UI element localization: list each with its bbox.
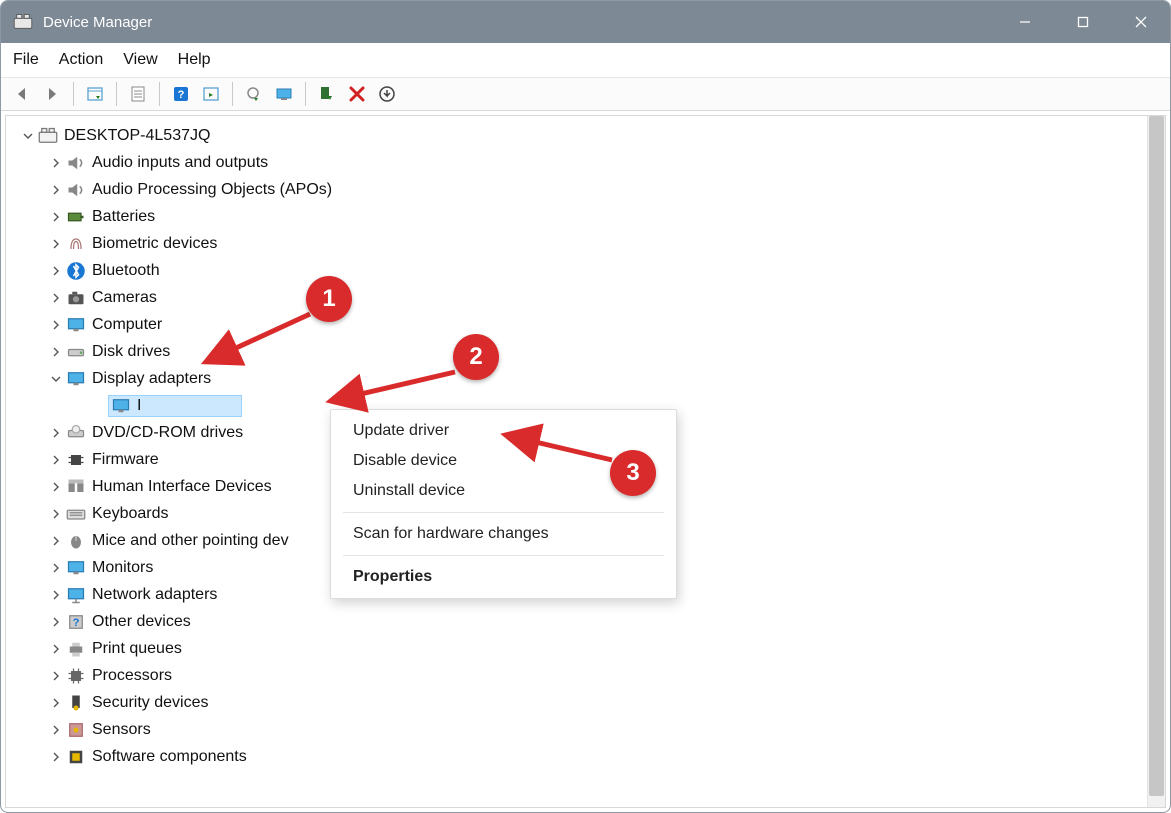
annotation-marker-2: 2 bbox=[453, 334, 499, 380]
annotation-marker-1: 1 bbox=[306, 276, 352, 322]
annotation-marker-3: 3 bbox=[610, 450, 656, 496]
annotation-arrows bbox=[0, 0, 1171, 813]
